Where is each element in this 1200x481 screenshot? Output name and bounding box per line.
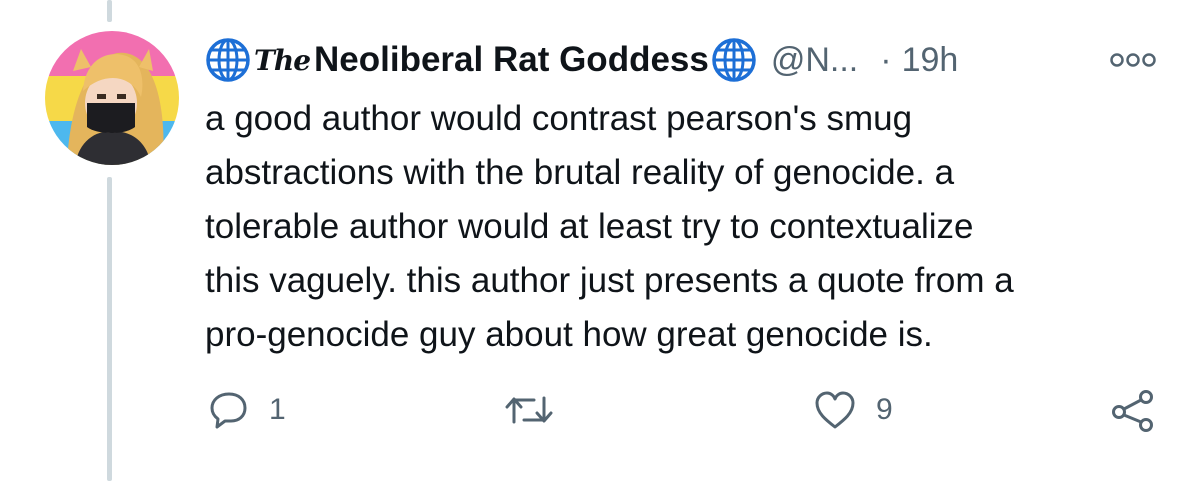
retweet-icon [504,388,554,432]
globe-icon [205,37,251,83]
reply-icon [207,388,251,432]
share-icon [1110,388,1156,432]
tweet-actions: 1 9 [0,385,1200,435]
tweet-header: The Neoliberal Rat Goddess @N... · 19h [205,30,958,90]
more-icon[interactable] [1108,48,1158,72]
author-handle[interactable]: @N... [771,41,858,80]
separator-dot: · [880,40,892,79]
globe-icon [711,37,757,83]
author-name-prefix[interactable]: The [254,44,311,77]
like-count: 9 [876,393,893,426]
timestamp[interactable]: 19h [902,41,959,80]
thread-line [107,177,112,481]
author-name[interactable]: Neoliberal Rat Goddess [314,40,709,80]
retweet-button[interactable] [504,385,572,435]
thread-line-top [107,0,112,22]
reply-count: 1 [269,393,286,426]
heart-icon [812,388,858,432]
tweet-text: a good author would contrast pearson's s… [205,99,1014,354]
share-button[interactable] [1110,385,1156,435]
avatar[interactable] [45,31,179,165]
like-button[interactable]: 9 [812,385,893,435]
reply-button[interactable]: 1 [207,385,286,435]
